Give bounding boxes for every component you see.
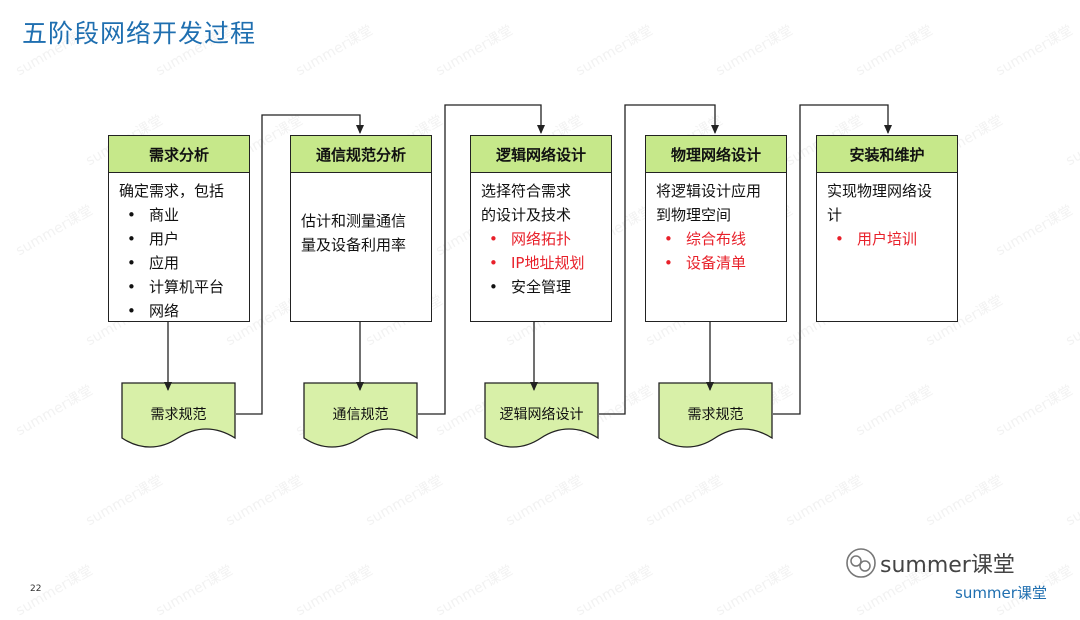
arrow-elbow (773, 104, 892, 415)
arrow-elbow (599, 104, 719, 415)
page-number: 22 (30, 584, 42, 594)
brand-footer-text: summer课堂 (955, 584, 1047, 602)
arrow-elbow (418, 104, 545, 415)
wechat-logo-icon (846, 548, 876, 578)
connector-lines (164, 104, 892, 415)
brand-logo-text: summer课堂 (880, 553, 1015, 578)
arrow-elbow (236, 114, 364, 415)
